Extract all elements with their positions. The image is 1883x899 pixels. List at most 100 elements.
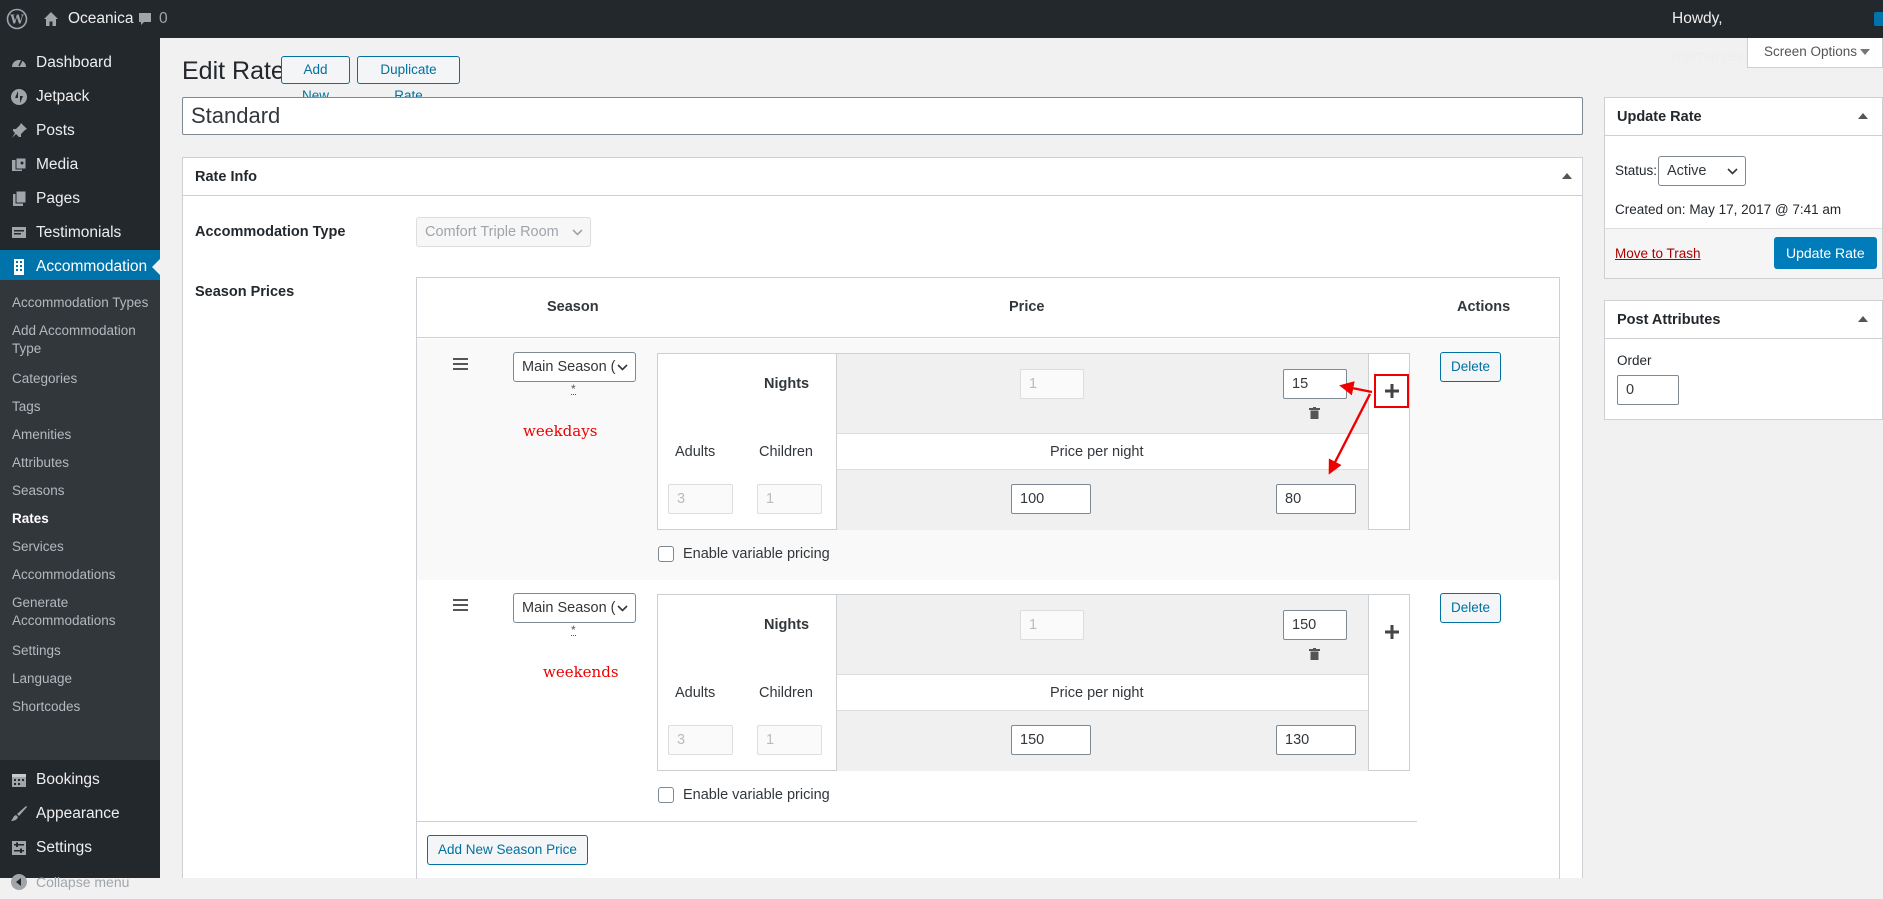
post-attributes-box: Post Attributes Order 0 bbox=[1604, 300, 1883, 420]
collapse-toggle-icon[interactable] bbox=[1858, 113, 1868, 119]
menu-testimonials[interactable]: Testimonials bbox=[0, 216, 160, 250]
adults-label: Adults bbox=[675, 444, 716, 460]
rate-info-header[interactable]: Rate Info bbox=[183, 158, 1582, 196]
submenu-add-accommodation-type[interactable]: Add Accommodation Type bbox=[12, 322, 158, 358]
price-input-2[interactable]: 130 bbox=[1276, 725, 1356, 755]
nights-label: Nights bbox=[764, 617, 810, 633]
chevron-down-icon bbox=[1727, 157, 1738, 185]
chevron-down-icon bbox=[617, 353, 628, 381]
price-grid: Nights 1 15 Adults Children Price per ni… bbox=[657, 353, 1410, 530]
menu-collapse[interactable]: Collapse menu bbox=[0, 865, 160, 899]
submenu-rates[interactable]: Rates bbox=[12, 510, 158, 528]
adults-label: Adults bbox=[675, 685, 716, 701]
drag-handle-icon[interactable] bbox=[453, 358, 468, 370]
price-input-1[interactable]: 100 bbox=[1011, 484, 1091, 514]
menu-bookings[interactable]: Bookings bbox=[0, 763, 160, 797]
submenu-amenities[interactable]: Amenities bbox=[12, 426, 158, 444]
created-on-value: May 17, 2017 @ 7:41 am bbox=[1689, 202, 1842, 217]
delete-season-button[interactable]: Delete bbox=[1440, 593, 1502, 623]
page-title: Edit Rate bbox=[182, 57, 285, 85]
caret-down-icon bbox=[1860, 49, 1870, 55]
collapse-toggle-icon[interactable] bbox=[1858, 316, 1868, 322]
status-label: Status: bbox=[1615, 163, 1658, 178]
required-mark: * bbox=[571, 382, 576, 396]
children-label: Children bbox=[759, 685, 813, 701]
collapse-icon bbox=[9, 865, 29, 899]
rate-title-input[interactable]: Standard bbox=[182, 97, 1583, 135]
avatar[interactable] bbox=[1874, 12, 1883, 26]
nights-input-2[interactable]: 150 bbox=[1283, 610, 1347, 640]
testimonial-icon bbox=[9, 216, 29, 250]
submenu-generate-accommodations[interactable]: Generate Accommodations bbox=[12, 594, 132, 630]
submenu-accommodations[interactable]: Accommodations bbox=[12, 566, 158, 584]
order-input[interactable]: 0 bbox=[1617, 375, 1679, 405]
comment-count[interactable]: 0 bbox=[159, 0, 168, 38]
move-to-trash-link[interactable]: Move to Trash bbox=[1615, 246, 1701, 261]
submenu-categories[interactable]: Categories bbox=[12, 370, 158, 388]
drag-handle-icon[interactable] bbox=[453, 599, 468, 611]
post-attributes-header[interactable]: Post Attributes bbox=[1605, 301, 1882, 339]
annotation-arrows bbox=[1328, 381, 1373, 475]
season-select[interactable]: Main Season ( bbox=[513, 593, 636, 623]
collapse-toggle-icon[interactable] bbox=[1562, 173, 1572, 179]
adults-input: 3 bbox=[668, 484, 733, 514]
add-new-season-price-button[interactable]: Add New Season Price bbox=[427, 835, 588, 865]
submenu-seasons[interactable]: Seasons bbox=[12, 482, 158, 500]
season-price-row: Main Season ( * weekdays Nights 1 15 Adu… bbox=[417, 339, 1559, 580]
brush-icon bbox=[9, 797, 29, 831]
pin-icon bbox=[9, 114, 29, 148]
menu-pages[interactable]: Pages bbox=[0, 182, 160, 216]
enable-variable-pricing-checkbox[interactable] bbox=[658, 787, 674, 803]
menu-accommodation[interactable]: Accommodation bbox=[0, 250, 160, 284]
nights-input-1: 1 bbox=[1020, 369, 1084, 399]
update-rate-header[interactable]: Update Rate bbox=[1605, 98, 1882, 136]
season-prices-label: Season Prices bbox=[195, 284, 295, 300]
accommodation-type-select: Comfort Triple Room bbox=[416, 217, 591, 247]
update-rate-box: Update Rate Status: Active Created on: M… bbox=[1604, 97, 1883, 279]
howdy-account-link[interactable]: Howdy, mpmaryevans@gmail.com bbox=[1672, 0, 1883, 65]
chevron-down-icon bbox=[572, 218, 583, 246]
required-mark: * bbox=[571, 623, 576, 637]
submenu-settings[interactable]: Settings bbox=[12, 642, 158, 660]
status-select[interactable]: Active bbox=[1658, 156, 1746, 186]
add-new-button[interactable]: Add New bbox=[281, 56, 350, 103]
price-input-2[interactable]: 80 bbox=[1276, 484, 1356, 514]
enable-variable-pricing-checkbox[interactable] bbox=[658, 546, 674, 562]
update-rate-button[interactable]: Update Rate bbox=[1774, 237, 1877, 269]
site-name-link[interactable]: Oceanica bbox=[68, 0, 133, 38]
submenu-services[interactable]: Services bbox=[12, 538, 158, 556]
menu-dashboard[interactable]: Dashboard bbox=[0, 46, 160, 80]
trash-icon[interactable] bbox=[1309, 647, 1320, 665]
submenu-tags[interactable]: Tags bbox=[12, 398, 158, 416]
pages-icon bbox=[9, 182, 29, 216]
submenu-accommodation-types[interactable]: Accommodation Types bbox=[12, 294, 158, 312]
admin-sidebar: Dashboard Jetpack Posts Media Pages Test… bbox=[0, 38, 160, 890]
submenu-language[interactable]: Language bbox=[12, 670, 158, 688]
price-grid: Nights 1 150 Adults Children Price per n… bbox=[657, 594, 1410, 771]
wordpress-logo-icon[interactable]: W bbox=[6, 0, 28, 38]
home-icon[interactable] bbox=[42, 0, 60, 38]
menu-posts[interactable]: Posts bbox=[0, 114, 160, 148]
screen-options-button[interactable]: Screen Options bbox=[1747, 38, 1883, 68]
submenu-shortcodes[interactable]: Shortcodes bbox=[12, 698, 158, 716]
children-input: 1 bbox=[757, 484, 822, 514]
building-icon bbox=[9, 250, 29, 284]
season-column-header: Season bbox=[547, 299, 599, 315]
accommodation-submenu: Accommodation Types Add Accommodation Ty… bbox=[0, 280, 160, 760]
add-column-plus-icon[interactable] bbox=[1374, 615, 1409, 649]
menu-settings[interactable]: Settings bbox=[0, 831, 160, 865]
comment-icon[interactable] bbox=[137, 0, 153, 38]
children-input: 1 bbox=[757, 725, 822, 755]
season-annotation: weekends bbox=[543, 663, 619, 681]
menu-jetpack[interactable]: Jetpack bbox=[0, 80, 160, 114]
order-label: Order bbox=[1617, 353, 1652, 368]
rate-info-box: Rate Info Accommodation Type Comfort Tri… bbox=[182, 157, 1583, 879]
delete-season-button[interactable]: Delete bbox=[1440, 352, 1502, 382]
price-input-1[interactable]: 150 bbox=[1011, 725, 1091, 755]
menu-appearance[interactable]: Appearance bbox=[0, 797, 160, 831]
duplicate-rate-button[interactable]: Duplicate Rate bbox=[357, 56, 460, 103]
submenu-attributes[interactable]: Attributes bbox=[12, 454, 158, 472]
season-select[interactable]: Main Season ( bbox=[513, 352, 636, 382]
adults-input: 3 bbox=[668, 725, 733, 755]
menu-media[interactable]: Media bbox=[0, 148, 160, 182]
